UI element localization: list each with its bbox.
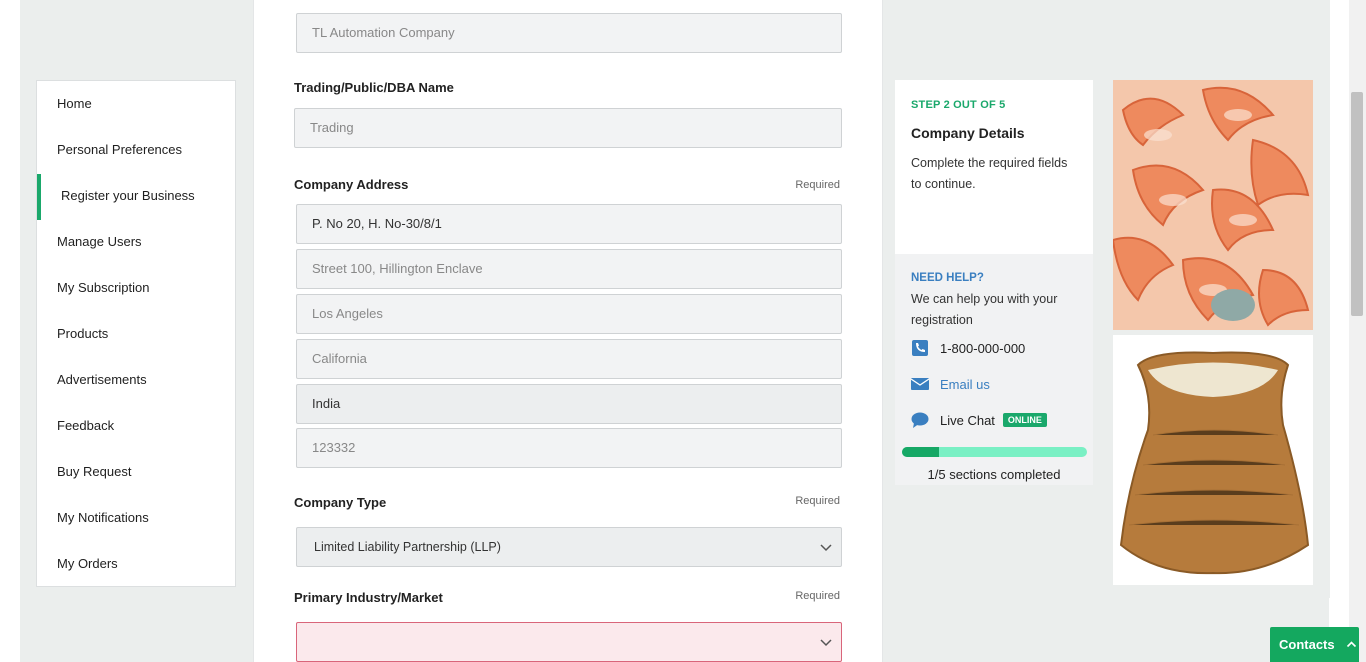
contacts-button[interactable]: Contacts [1270, 627, 1359, 662]
sidebar-item-feedback[interactable]: Feedback [57, 417, 114, 435]
city-input[interactable]: Los Angeles [296, 294, 842, 334]
envelope-icon [911, 378, 929, 390]
rice-sack-image [1113, 335, 1313, 585]
help-title: NEED HELP? [911, 272, 984, 284]
address-required-hint: Required [795, 179, 840, 191]
state-input[interactable]: California [296, 339, 842, 379]
contacts-label: Contacts [1279, 637, 1335, 652]
trading-name-label: Trading/Public/DBA Name [294, 80, 454, 95]
help-section: NEED HELP? We can help you with your reg… [895, 254, 1093, 485]
sidebar-item-advertisements[interactable]: Advertisements [57, 371, 147, 389]
registration-steps-panel: STEP 2 OUT OF 5 Company Details Complete… [895, 80, 1093, 485]
company-address-label: Company Address [294, 177, 409, 192]
sidebar-item-my-subscription[interactable]: My Subscription [57, 279, 149, 297]
step-title: Company Details [911, 125, 1025, 141]
help-description: We can help you with your registration [911, 292, 1058, 327]
progress-text: 1/5 sections completed [927, 467, 1061, 482]
industry-select[interactable] [296, 622, 842, 662]
page-background-lower-right [883, 598, 1329, 662]
chevron-down-icon [820, 639, 832, 647]
online-status-badge: ONLINE [1002, 413, 1047, 427]
country-input[interactable]: India [296, 384, 842, 424]
company-type-label: Company Type [294, 495, 387, 510]
sidebar-item-home[interactable]: Home [57, 95, 92, 113]
progress-fill [902, 447, 939, 457]
industry-label: Primary Industry/Market [294, 590, 443, 605]
trading-name-input[interactable]: Trading [294, 108, 842, 148]
step-description: Complete the required fields to continue… [911, 156, 1068, 191]
chevron-up-icon [1346, 641, 1356, 648]
sidebar-item-register-business[interactable]: Register your Business [61, 187, 195, 205]
company-details-form: TL Automation Company Trading/Public/DBA… [253, 0, 883, 662]
sidebar-item-manage-users[interactable]: Manage Users [57, 233, 142, 251]
shrimp-image [1113, 80, 1313, 330]
scrollbar-thumb[interactable] [1351, 92, 1363, 316]
live-chat-label: Live Chat [940, 412, 995, 428]
chat-bubble-icon [911, 412, 929, 428]
sidebar-item-personal-preferences[interactable]: Personal Preferences [57, 141, 182, 159]
email-contact[interactable]: Email us [911, 374, 990, 394]
zip-input[interactable]: 123332 [296, 428, 842, 468]
phone-icon [912, 340, 928, 356]
sections-progress-bar [902, 447, 1087, 457]
company-type-required-hint: Required [795, 495, 840, 507]
company-name-field[interactable]: TL Automation Company [296, 13, 842, 53]
sidebar-item-products[interactable]: Products [57, 325, 108, 343]
sidebar-item-buy-request[interactable]: Buy Request [57, 463, 131, 481]
address-line2-input[interactable]: Street 100, Hillington Enclave [296, 249, 842, 289]
chevron-down-icon [820, 544, 832, 552]
address-line1-input[interactable]: P. No 20, H. No-30/8/1 [296, 204, 842, 244]
email-link[interactable]: Email us [940, 377, 990, 392]
phone-number: 1-800-000-000 [940, 340, 1026, 356]
phone-contact[interactable]: 1-800-000-000 [911, 338, 1025, 358]
step-indicator: STEP 2 OUT OF 5 [911, 99, 1006, 111]
company-type-value: Limited Liability Partnership (LLP) [314, 540, 501, 554]
industry-required-hint: Required [795, 590, 840, 602]
company-type-select[interactable]: Limited Liability Partnership (LLP) [296, 527, 842, 567]
sidebar-active-indicator [37, 174, 41, 220]
live-chat-contact[interactable]: Live Chat ONLINE [911, 410, 1047, 430]
sidebar-item-my-notifications[interactable]: My Notifications [57, 509, 149, 527]
page-background-lower-left [20, 598, 253, 662]
sidebar-item-my-orders[interactable]: My Orders [57, 555, 118, 573]
sidebar-nav: Home Personal Preferences Register your … [36, 80, 236, 587]
